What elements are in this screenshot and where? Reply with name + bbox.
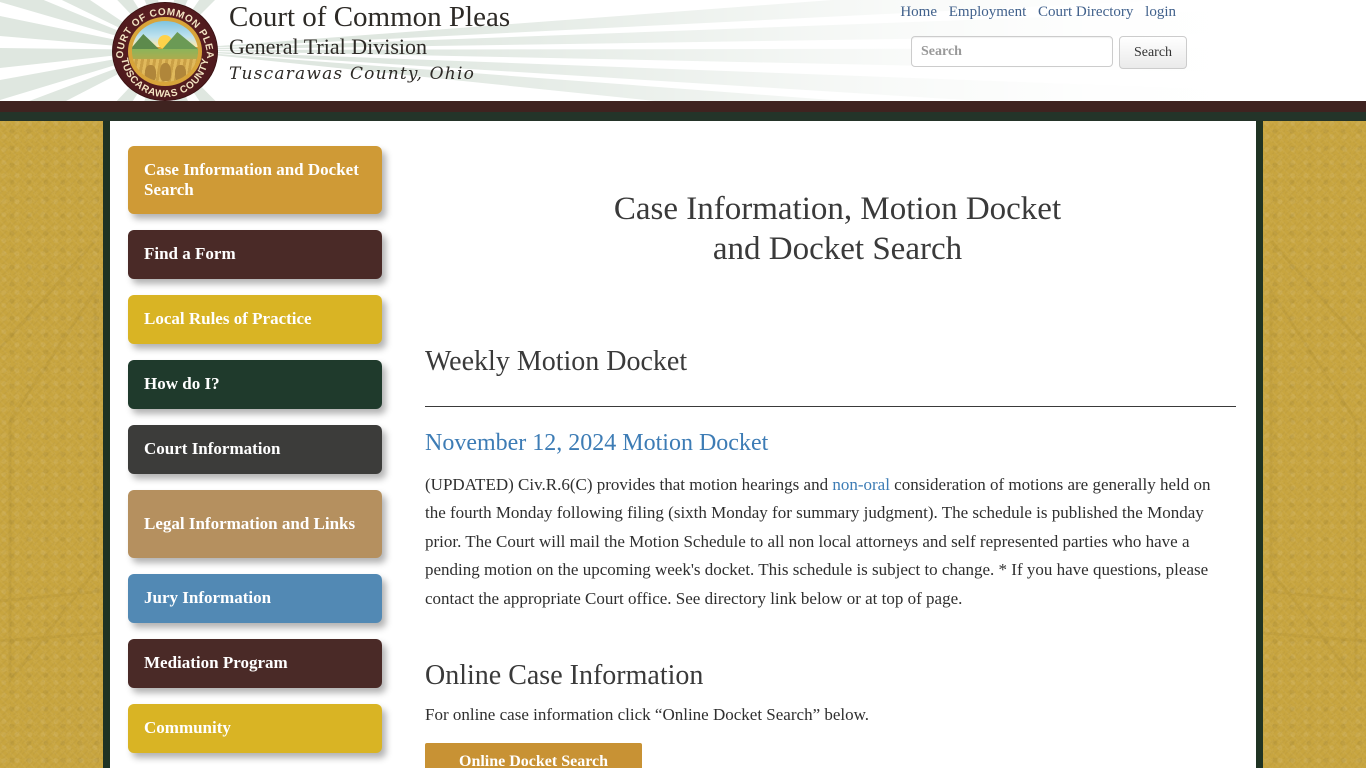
online-docket-search-button[interactable]: Online Docket Search — [425, 743, 643, 768]
nav-link-home[interactable]: Home — [900, 4, 937, 20]
court-seal-icon: COURT OF COMMON PLEAS TUSCARAWAS COUNTY — [113, 3, 217, 100]
site-subtitle: General Trial Division — [229, 34, 427, 60]
sidebar-item-label: Case Information and Docket Search — [144, 159, 359, 199]
online-case-information-text: For online case information click “Onlin… — [425, 705, 870, 725]
search-button[interactable]: Search — [1119, 36, 1187, 69]
main-content: Case Information, Motion Docket and Dock… — [425, 121, 1250, 768]
motion-docket-date-link[interactable]: November 12, 2024 Motion Docket — [425, 430, 1250, 457]
sidebar-item-how-do-i[interactable]: How do I? — [128, 360, 382, 409]
seal-bottom-arc-text: TUSCARAWAS COUNTY — [118, 57, 211, 100]
site-title-block: Court of Common Pleas General Trial Divi… — [229, 1, 511, 84]
paragraph-text-before-link: (UPDATED) Civ.R.6(C) provides that motio… — [425, 474, 833, 494]
header-green-bar — [0, 112, 1366, 121]
sidebar-item-label: Legal Information and Links — [144, 513, 356, 533]
sidebar-item-legal-information-and-links[interactable]: Legal Information and Links — [128, 490, 382, 558]
sidebar-item-mediation-program[interactable]: Mediation Program — [128, 639, 382, 688]
nav-link-court-directory[interactable]: Court Directory — [1038, 4, 1133, 20]
page-title-line-1: Case Information, Motion Docket — [613, 191, 1062, 227]
page-title-line-2: and Docket Search — [712, 231, 963, 268]
nav-link-employment[interactable]: Employment — [949, 4, 1027, 20]
sidebar-item-local-rules-of-practice[interactable]: Local Rules of Practice — [128, 295, 382, 344]
svg-text:TUSCARAWAS COUNTY: TUSCARAWAS COUNTY — [118, 57, 211, 100]
search-bar: Search — [911, 36, 1187, 69]
section-divider — [425, 405, 1236, 407]
page-title: Case Information, Motion Docket and Dock… — [425, 121, 1250, 270]
search-input[interactable] — [911, 36, 1113, 67]
sidebar-navigation: Case Information and Docket Search Find … — [128, 146, 386, 768]
sidebar-item-label: Local Rules of Practice — [144, 309, 312, 329]
sidebar-item-label: Community — [144, 718, 231, 738]
top-navigation: Home Employment Court Directory login — [900, 4, 1176, 21]
sidebar-item-find-a-form[interactable]: Find a Form — [128, 230, 382, 279]
paragraph-text-after-link: consideration of motions are generally h… — [425, 474, 1211, 608]
background-left-panel — [0, 121, 103, 768]
sidebar-item-case-information-and-docket-search[interactable]: Case Information and Docket Search — [128, 146, 382, 214]
sidebar-item-court-information[interactable]: Court Information — [128, 425, 382, 474]
sidebar-item-label: Court Information — [144, 439, 281, 459]
section-heading-weekly-motion-docket: Weekly Motion Docket — [425, 345, 688, 377]
content-container: Case Information and Docket Search Find … — [103, 121, 1263, 768]
header-maroon-bar — [0, 101, 1366, 112]
site-header: COURT OF COMMON PLEAS TUSCARAWAS COUNTY … — [0, 0, 1366, 101]
non-oral-link[interactable]: non-oral — [832, 475, 890, 494]
sidebar-item-community[interactable]: Community — [128, 704, 382, 753]
nav-link-login[interactable]: login — [1145, 4, 1176, 20]
sidebar-item-label: Mediation Program — [144, 653, 288, 673]
sidebar-item-label: Jury Information — [144, 588, 272, 608]
background-right-panel — [1263, 121, 1366, 768]
site-county-line: Tuscarawas County, Ohio — [229, 63, 476, 84]
motion-docket-paragraph: (UPDATED) Civ.R.6(C) provides that motio… — [425, 471, 1227, 614]
sidebar-item-label: How do I? — [144, 374, 220, 394]
site-title: Court of Common Pleas — [229, 1, 511, 33]
sidebar-item-jury-information[interactable]: Jury Information — [128, 574, 382, 623]
sidebar-item-label: Find a Form — [144, 244, 236, 264]
page-body: Case Information and Docket Search Find … — [0, 121, 1366, 768]
section-heading-online-case-information: Online Case Information — [425, 660, 704, 692]
